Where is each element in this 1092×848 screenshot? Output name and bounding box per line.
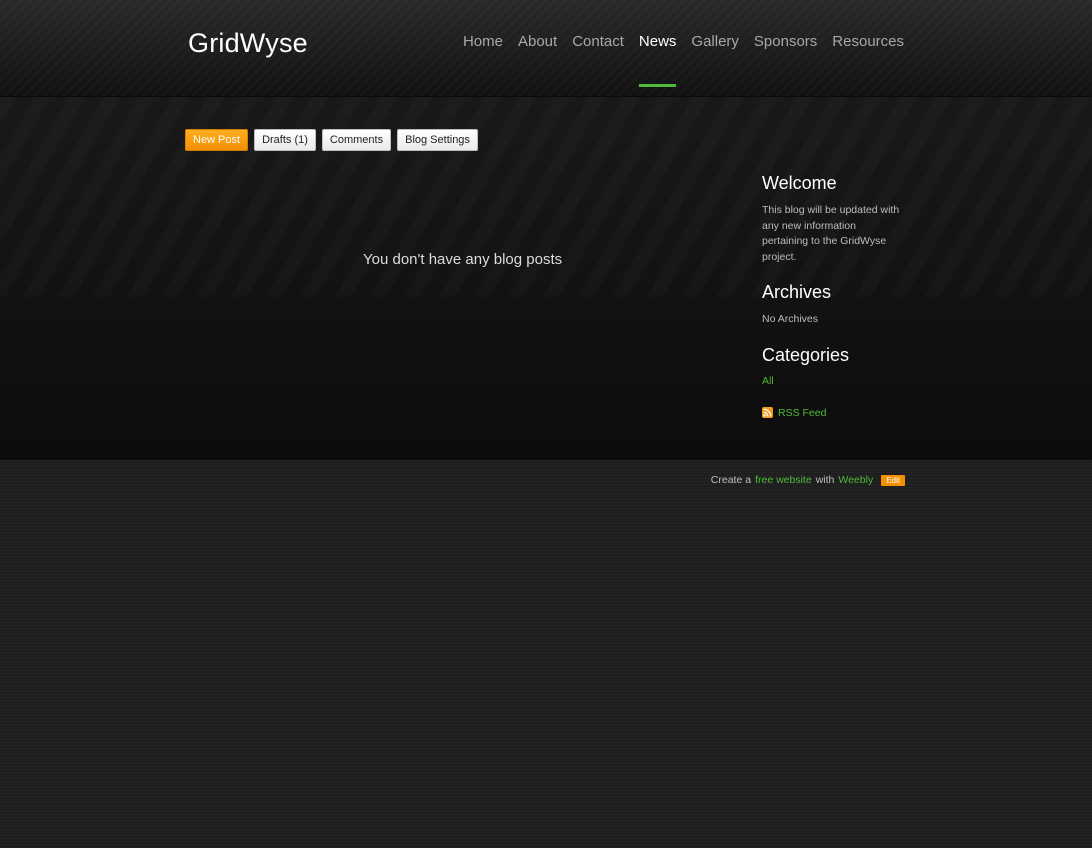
- blog-settings-button[interactable]: Blog Settings: [397, 129, 478, 151]
- main-content: New Post Drafts (1) Comments Blog Settin…: [0, 97, 1092, 460]
- free-website-link[interactable]: free website: [755, 474, 812, 486]
- site-title[interactable]: GridWyse: [188, 28, 308, 59]
- rss-feed-label[interactable]: RSS Feed: [778, 407, 826, 419]
- rss-feed-link[interactable]: RSS Feed: [762, 407, 902, 419]
- archives-heading: Archives: [762, 282, 832, 302]
- new-post-button[interactable]: New Post: [185, 129, 249, 151]
- archives-text: No Archives: [762, 313, 819, 325]
- footer-with-text: with: [815, 474, 835, 486]
- main-nav: Home About Contact News Gallery Sponsors…: [448, 33, 904, 87]
- welcome-heading: Welcome: [762, 173, 837, 193]
- weebly-link[interactable]: Weebly: [838, 474, 873, 486]
- nav-item-about[interactable]: About: [518, 33, 557, 50]
- nav-item-news[interactable]: News: [638, 33, 676, 87]
- nav-item-contact[interactable]: Contact: [572, 33, 624, 50]
- comments-button[interactable]: Comments: [321, 129, 392, 151]
- edit-button[interactable]: Edit: [881, 474, 905, 486]
- drafts-button[interactable]: Drafts (1): [254, 129, 316, 151]
- site-header: GridWyse Home About Contact News Gallery…: [0, 0, 1092, 97]
- footer-create-text: Create a: [710, 474, 752, 486]
- nav-item-resources[interactable]: Resources: [832, 33, 904, 50]
- site-footer: Create a free website with Weebly Edit: [711, 474, 905, 486]
- nav-item-sponsors[interactable]: Sponsors: [754, 33, 817, 50]
- blog-toolbar: New Post Drafts (1) Comments Blog Settin…: [185, 129, 478, 151]
- rss-icon: [762, 407, 773, 418]
- nav-item-gallery[interactable]: Gallery: [691, 33, 739, 50]
- category-all-link[interactable]: All: [762, 375, 902, 387]
- categories-heading: Categories: [762, 344, 850, 365]
- empty-blog-message: You don't have any blog posts: [363, 251, 563, 268]
- blog-sidebar: Welcome This blog will be updated with a…: [762, 173, 902, 419]
- welcome-text: This blog will be updated with any new i…: [762, 204, 900, 263]
- nav-item-home[interactable]: Home: [463, 33, 503, 50]
